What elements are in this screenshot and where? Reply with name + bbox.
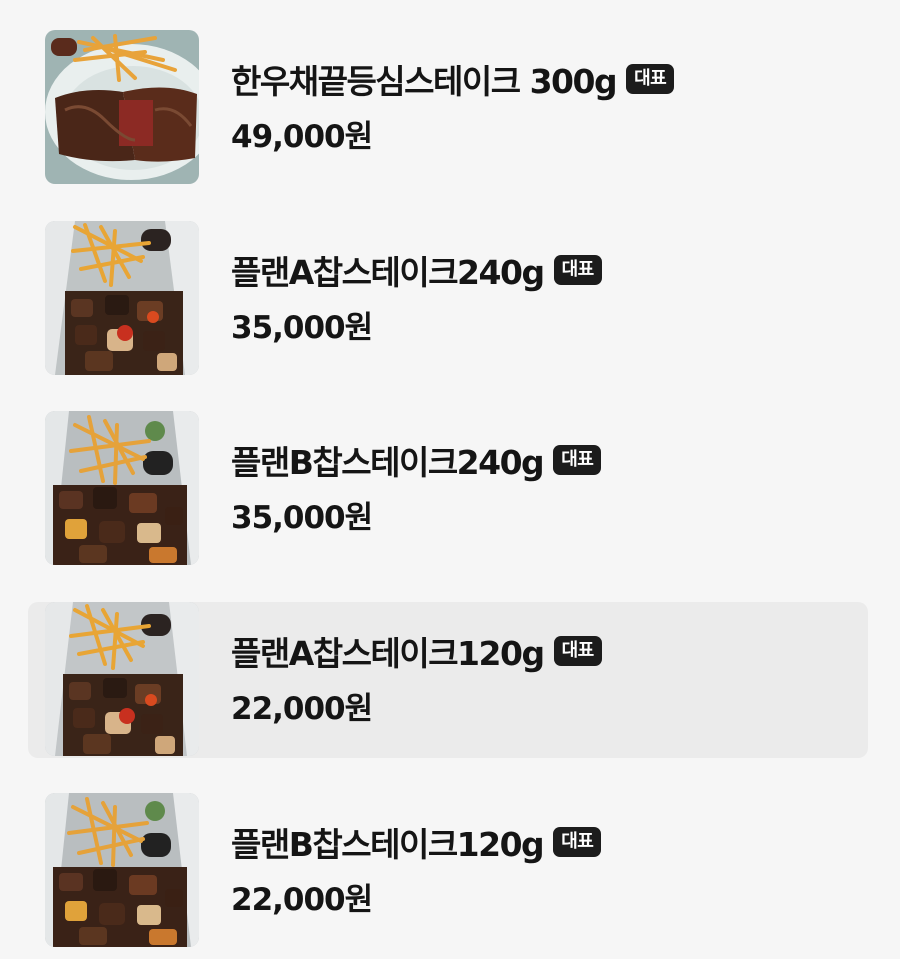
menu-item-name: 한우채끝등심스테이크 300g (231, 62, 618, 101)
menu-item-price: 22,000원 (231, 882, 373, 918)
menu-item-image[interactable] (45, 411, 199, 565)
menu-item-price: 22,000원 (231, 691, 373, 727)
signature-badge: 대표 (553, 255, 602, 285)
signature-badge: 대표 (553, 827, 602, 857)
chop-steak-photo-icon (45, 793, 199, 947)
menu-list: 한우채끝등심스테이크 300g 대표 49,000원 플랜A찹스테이크240g … (0, 0, 900, 959)
menu-item-hanwoo-steak-300g[interactable]: 한우채끝등심스테이크 300g 대표 49,000원 (28, 30, 868, 186)
menu-item-image[interactable] (45, 221, 199, 375)
menu-item-price: 49,000원 (231, 119, 373, 155)
menu-item-price: 35,000원 (231, 500, 373, 536)
menu-item-image[interactable] (45, 602, 199, 756)
menu-item-name: 플랜B찹스테이크240g (231, 443, 545, 482)
steak-photo-icon (45, 30, 199, 184)
signature-badge: 대표 (553, 445, 602, 475)
menu-item-plan-b-chop-steak-120g[interactable]: 플랜B찹스테이크120g 대표 22,000원 (28, 793, 868, 949)
chop-steak-photo-icon (45, 411, 199, 565)
menu-item-image[interactable] (45, 793, 199, 947)
chop-steak-photo-icon (45, 602, 199, 756)
signature-badge: 대표 (553, 636, 602, 666)
menu-item-price: 35,000원 (231, 310, 373, 346)
menu-item-name: 플랜A찹스테이크240g (231, 253, 545, 292)
signature-badge: 대표 (626, 64, 675, 94)
menu-item-name: 플랜A찹스테이크120g (231, 634, 545, 673)
menu-item-plan-a-chop-steak-120g[interactable]: 플랜A찹스테이크120g 대표 22,000원 (28, 602, 868, 758)
menu-item-image[interactable] (45, 30, 199, 184)
menu-item-name: 플랜B찹스테이크120g (231, 825, 545, 864)
menu-item-plan-a-chop-steak-240g[interactable]: 플랜A찹스테이크240g 대표 35,000원 (28, 221, 868, 377)
menu-item-plan-b-chop-steak-240g[interactable]: 플랜B찹스테이크240g 대표 35,000원 (28, 411, 868, 567)
chop-steak-photo-icon (45, 221, 199, 375)
